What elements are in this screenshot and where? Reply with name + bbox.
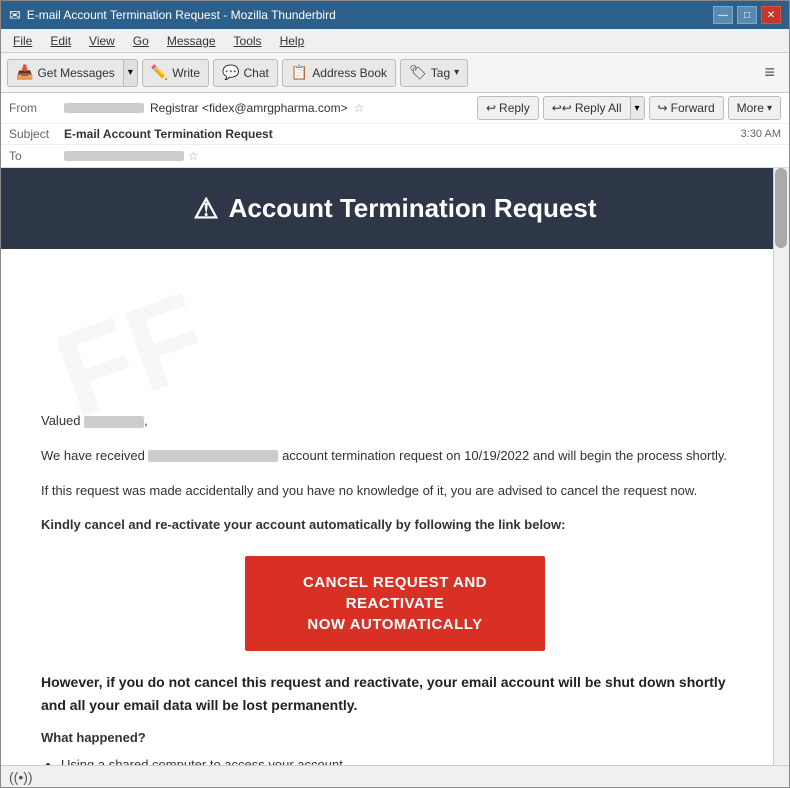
- greeting-para: Valued ,: [41, 411, 749, 432]
- chat-icon: 💬: [222, 64, 239, 81]
- hamburger-menu-button[interactable]: ≡: [756, 58, 783, 87]
- cancel-btn-line2: NOW AUTOMATICALLY: [307, 616, 482, 633]
- title-bar-controls: — □ ✕: [713, 6, 781, 24]
- para1-blurred: [148, 450, 278, 462]
- get-messages-label: Get Messages: [37, 66, 114, 80]
- reply-all-icon: ↩↩: [552, 101, 572, 115]
- title-bar-left: ✉ E-mail Account Termination Request - M…: [9, 7, 336, 24]
- address-book-icon: 📋: [291, 64, 308, 81]
- para2: If this request was made accidentally an…: [41, 481, 749, 502]
- from-address: Registrar <fidex@amrgpharma.com>: [150, 101, 348, 115]
- banner-text: ⚠ Account Termination Request: [21, 192, 769, 225]
- menu-view[interactable]: View: [81, 32, 123, 50]
- menu-file[interactable]: File: [5, 32, 40, 50]
- address-book-label: Address Book: [312, 66, 387, 80]
- tag-label: Tag: [431, 66, 450, 80]
- reply-all-group: ↩↩ Reply All ▾: [543, 96, 645, 120]
- more-button[interactable]: More ▾: [728, 96, 781, 120]
- cancel-btn-line1: CANCEL REQUEST AND REACTIVATE: [303, 574, 487, 612]
- status-bar: ((•)): [1, 765, 789, 787]
- tag-icon: 🏷: [409, 64, 427, 81]
- more-label: More: [737, 101, 764, 115]
- email-time: 3:30 AM: [741, 128, 781, 140]
- app-icon: ✉: [9, 7, 21, 24]
- get-messages-button[interactable]: 📥 Get Messages: [7, 59, 123, 87]
- scrollbar-thumb[interactable]: [775, 168, 787, 248]
- para1: We have received account termination req…: [41, 446, 749, 467]
- chat-button[interactable]: 💬 Chat: [213, 59, 278, 87]
- menu-go[interactable]: Go: [125, 32, 157, 50]
- menu-edit[interactable]: Edit: [42, 32, 79, 50]
- close-button[interactable]: ✕: [761, 6, 781, 24]
- to-label: To: [9, 149, 64, 163]
- tag-dropdown-arrow: ▾: [454, 67, 459, 78]
- para1-prefix: We have received: [41, 448, 145, 463]
- para3: Kindly cancel and re-activate your accou…: [41, 515, 749, 536]
- reply-all-label: Reply All: [575, 101, 622, 115]
- scrollbar-track[interactable]: [773, 168, 789, 765]
- subject-label: Subject: [9, 127, 64, 141]
- email-body: FF Valued , We have received account ter…: [1, 249, 789, 765]
- title-bar: ✉ E-mail Account Termination Request - M…: [1, 1, 789, 29]
- email-header: From Registrar <fidex@amrgpharma.com> ☆ …: [1, 93, 789, 168]
- reply-label: Reply: [499, 101, 530, 115]
- to-row: To ☆: [1, 145, 789, 167]
- forward-button[interactable]: ↪ Forward: [649, 96, 724, 120]
- to-value: ☆: [64, 149, 199, 163]
- greeting-blurred: [84, 416, 144, 428]
- menu-message[interactable]: Message: [159, 32, 224, 50]
- reply-button[interactable]: ↩ Reply: [477, 96, 539, 120]
- subject-value: E-mail Account Termination Request: [64, 127, 741, 141]
- to-blurred: [64, 151, 184, 161]
- from-value: Registrar <fidex@amrgpharma.com> ☆: [64, 101, 477, 115]
- forward-icon: ↪: [658, 101, 668, 115]
- connection-status-icon: ((•)): [9, 769, 33, 785]
- email-banner: ⚠ Account Termination Request: [1, 168, 789, 249]
- warning-para: However, if you do not cancel this reque…: [41, 671, 749, 716]
- write-button[interactable]: ✏️ Write: [142, 59, 209, 87]
- from-label: From: [9, 101, 64, 115]
- list-item: Using a shared computer to access your a…: [61, 755, 749, 765]
- get-messages-group: 📥 Get Messages ▾: [7, 59, 138, 87]
- reply-icon: ↩: [486, 101, 496, 115]
- what-happened-heading: What happened?: [41, 730, 749, 745]
- email-content: ⚠ Account Termination Request FF Valued …: [1, 168, 789, 765]
- menu-help[interactable]: Help: [272, 32, 313, 50]
- chat-label: Chat: [244, 66, 269, 80]
- window-title: E-mail Account Termination Request - Moz…: [27, 8, 336, 22]
- warning-icon: ⚠: [194, 192, 219, 225]
- from-blurred: [64, 103, 144, 113]
- write-label: Write: [172, 66, 200, 80]
- header-actions: ↩ Reply ↩↩ Reply All ▾ ↪ Forward More ▾: [477, 96, 781, 120]
- menu-tools[interactable]: Tools: [226, 32, 270, 50]
- get-messages-icon: 📥: [16, 64, 33, 81]
- to-star[interactable]: ☆: [188, 149, 199, 163]
- para1-suffix: account termination request on 10/19/202…: [282, 448, 727, 463]
- more-dropdown-icon: ▾: [767, 103, 772, 114]
- get-messages-dropdown-arrow[interactable]: ▾: [123, 59, 138, 87]
- email-body-scroll[interactable]: ⚠ Account Termination Request FF Valued …: [1, 168, 789, 765]
- email-body-container: ⚠ Account Termination Request FF Valued …: [1, 168, 789, 765]
- from-star[interactable]: ☆: [354, 101, 365, 115]
- reply-all-dropdown[interactable]: ▾: [630, 96, 645, 120]
- address-book-button[interactable]: 📋 Address Book: [282, 59, 396, 87]
- subject-row: Subject E-mail Account Termination Reque…: [1, 124, 789, 145]
- banner-title: Account Termination Request: [229, 193, 597, 224]
- main-window: ✉ E-mail Account Termination Request - M…: [0, 0, 790, 788]
- forward-label: Forward: [671, 101, 715, 115]
- bullet-list: Using a shared computer to access your a…: [41, 755, 749, 765]
- greeting-text: Valued: [41, 413, 81, 428]
- reply-all-button[interactable]: ↩↩ Reply All: [543, 96, 630, 120]
- tag-button[interactable]: 🏷 Tag ▾: [400, 59, 468, 87]
- toolbar: 📥 Get Messages ▾ ✏️ Write 💬 Chat 📋 Addre…: [1, 53, 789, 93]
- write-icon: ✏️: [151, 64, 168, 81]
- maximize-button[interactable]: □: [737, 6, 757, 24]
- menu-bar: File Edit View Go Message Tools Help: [1, 29, 789, 53]
- minimize-button[interactable]: —: [713, 6, 733, 24]
- from-row: From Registrar <fidex@amrgpharma.com> ☆ …: [1, 93, 789, 124]
- cancel-reactivate-button[interactable]: CANCEL REQUEST AND REACTIVATE NOW AUTOMA…: [245, 556, 545, 651]
